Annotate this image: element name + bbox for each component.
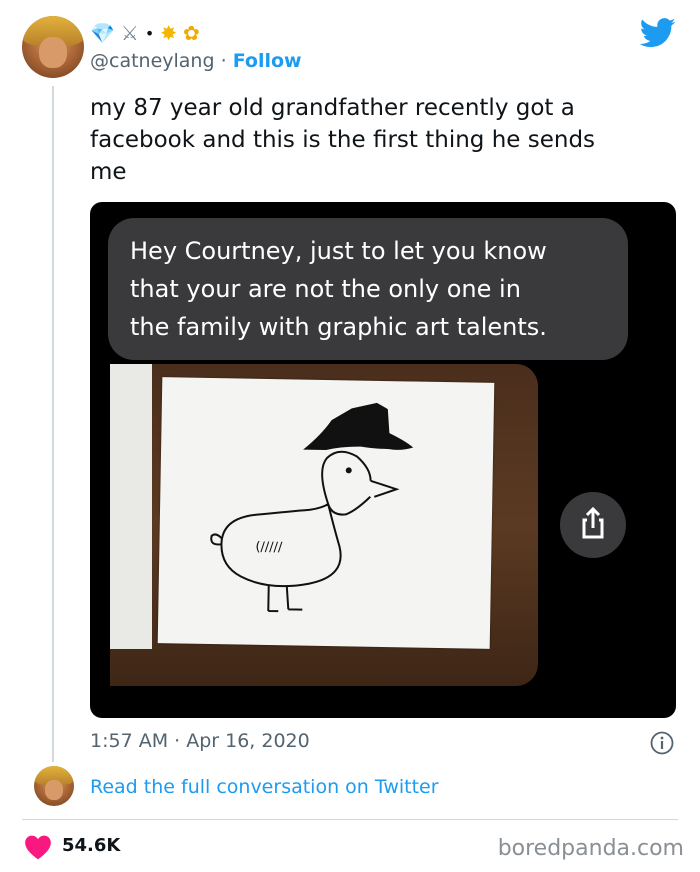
follow-button[interactable]: Follow (233, 50, 302, 72)
like-count[interactable]: 54.6K (62, 835, 120, 856)
photo-wall (110, 364, 152, 649)
dot-separator: • (144, 23, 155, 43)
reply-avatar[interactable] (34, 766, 74, 806)
divider (22, 819, 678, 820)
drawing-paper: (///// (157, 377, 495, 649)
handle-separator: · (220, 50, 227, 72)
gem-emoji: 💎 (90, 21, 115, 45)
duck-drawing: (///// (210, 402, 414, 613)
tweet-timestamp[interactable]: 1:57 AM · Apr 16, 2020 (90, 730, 310, 752)
sunflower-emoji: ✿ (183, 21, 200, 45)
thread-line (52, 86, 54, 762)
watermark: boredpanda.com (497, 836, 684, 861)
crossed-swords-emoji: ⚔ (120, 21, 139, 45)
tweet-text: my 87 year old grandfather recently got … (90, 95, 596, 185)
heart-icon[interactable] (24, 834, 52, 860)
author-avatar[interactable] (22, 16, 84, 78)
avatar-face (45, 779, 63, 800)
info-icon[interactable] (650, 731, 674, 755)
twitter-bird-icon[interactable] (640, 18, 676, 48)
read-conversation-link[interactable]: Read the full conversation on Twitter (90, 776, 439, 798)
author-handle[interactable]: @catneylang (90, 50, 215, 72)
tweet-media[interactable]: Hey Courtney, just to let you know that … (90, 202, 676, 718)
wing-scribble: (///// (255, 540, 283, 555)
drawing-photo[interactable]: (///// (110, 364, 538, 686)
display-name[interactable]: 💎 ⚔ • ✸ ✿ (90, 18, 200, 48)
avatar-face (39, 37, 67, 69)
message-bubble: Hey Courtney, just to let you know that … (108, 218, 628, 360)
handle-row: @catneylang · Follow (90, 50, 302, 72)
sparkle-emoji: ✸ (160, 21, 178, 45)
share-icon (582, 506, 604, 539)
share-button[interactable] (560, 492, 626, 558)
